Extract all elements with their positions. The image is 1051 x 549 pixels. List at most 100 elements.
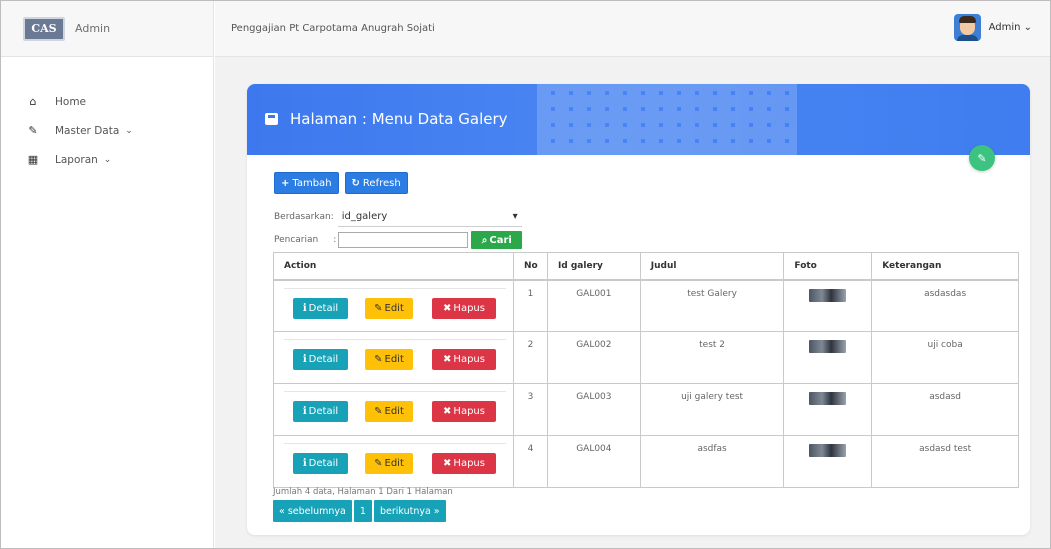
action-cell: i Detail ✎ Edit ✖ Hapus	[273, 331, 514, 384]
delete-button[interactable]: ✖ Hapus	[432, 401, 496, 422]
delete-button[interactable]: ✖ Hapus	[432, 453, 496, 474]
app-title: Penggajian Pt Carpotama Anugrah Sojati	[231, 23, 435, 34]
refresh-icon: ↻	[351, 177, 360, 189]
edit-button[interactable]: ✎ Edit	[365, 401, 413, 422]
photo-thumbnail[interactable]	[809, 288, 847, 302]
refresh-button[interactable]: ↻ Refresh	[344, 172, 408, 194]
edit-icon: ✎	[977, 151, 987, 165]
edit-fab-button[interactable]: ✎	[969, 145, 995, 171]
edit-button-label: Edit	[384, 458, 404, 469]
delete-button-label: Hapus	[453, 458, 485, 469]
photo-thumbnail[interactable]	[809, 340, 847, 353]
detail-button-label: Detail	[308, 302, 339, 314]
close-icon: ✖	[443, 302, 452, 314]
action-cell: i Detail ✎ Edit ✖ Hapus	[273, 279, 514, 332]
detail-button[interactable]: i Detail	[293, 349, 348, 370]
edit-button[interactable]: ✎ Edit	[365, 453, 413, 474]
column-header: Action	[273, 252, 514, 281]
table-header-row: Action No Id galery Judul Foto Keteranga…	[273, 252, 1019, 281]
sidebar-item-label: Home	[55, 95, 87, 108]
detail-button-label: Detail	[308, 458, 339, 469]
cell-keterangan: asdasdas	[871, 279, 1019, 332]
search-input[interactable]	[338, 232, 469, 248]
search-label: Pencarian	[274, 235, 319, 245]
delete-button[interactable]: ✖ Hapus	[432, 297, 496, 319]
sidebar-item-home[interactable]: ⌂ Home	[26, 87, 213, 116]
header-background-image	[537, 84, 797, 155]
cell-id: GAL004	[546, 435, 641, 488]
delete-button-label: Hapus	[453, 406, 485, 417]
edit-button-label: Edit	[384, 354, 404, 365]
prev-page-button[interactable]: « sebelumnya	[273, 500, 352, 522]
user-menu[interactable]: Admin ⌄	[953, 14, 1032, 41]
cell-judul: test 2	[639, 331, 785, 384]
cell-id: GAL003	[546, 383, 641, 436]
sidebar: CAS Admin ⌂ Home ✎ Master Data ⌄ ▦ Lapor…	[1, 1, 214, 548]
pagination-info: Jumlah 4 data, Halaman 1 Dari 1 Halaman	[273, 487, 453, 497]
delete-button-label: Hapus	[453, 354, 485, 365]
edit-button-label: Edit	[384, 302, 404, 314]
sidebar-item-label: Master Data	[55, 124, 120, 137]
column-header: Judul	[639, 252, 785, 281]
table-row: i Detail ✎ Edit ✖ Hapus 4 GAL004 asdfas …	[273, 435, 1019, 488]
table-row: i Detail ✎ Edit ✖ Hapus 1 GAL001 test Ga…	[273, 279, 1019, 332]
detail-button-label: Detail	[308, 354, 339, 365]
cell-keterangan: asdasd	[871, 383, 1019, 436]
detail-button[interactable]: i Detail	[293, 453, 348, 474]
cell-id: GAL001	[546, 279, 641, 332]
edit-icon: ✎	[374, 354, 383, 365]
sidebar-item-label: Laporan	[55, 153, 98, 166]
photo-thumbnail[interactable]	[809, 392, 847, 405]
cell-judul: test Galery	[639, 279, 785, 332]
sidebar-item-laporan[interactable]: ▦ Laporan ⌄	[26, 145, 213, 174]
chevron-down-icon: ⌄	[125, 125, 133, 136]
delete-button-label: Hapus	[453, 302, 485, 314]
chevron-down-icon: ⌄	[103, 154, 112, 165]
page-title-text: Halaman : Menu Data Galery	[290, 110, 508, 128]
refresh-button-label: Refresh	[362, 177, 401, 189]
search-icon: ⌕	[481, 234, 488, 246]
brand-name: Admin	[75, 22, 111, 35]
next-page-button[interactable]: berikutnya »	[373, 500, 446, 522]
info-icon: i	[302, 302, 307, 314]
page-title: Halaman : Menu Data Galery	[265, 110, 508, 128]
logo: CAS	[23, 16, 65, 41]
sidebar-nav: ⌂ Home ✎ Master Data ⌄ ▦ Laporan ⌄	[1, 57, 213, 174]
cell-no: 3	[512, 383, 548, 436]
search-button[interactable]: ⌕ Cari	[471, 231, 523, 249]
filter-select[interactable]: id_galery ▾	[337, 208, 522, 227]
edit-button[interactable]: ✎ Edit	[365, 297, 413, 319]
cell-keterangan: asdasd test	[871, 435, 1019, 488]
toolbar: + Tambah ↻ Refresh	[274, 172, 408, 194]
detail-button[interactable]: i Detail	[293, 297, 348, 319]
page-1-button[interactable]: 1	[353, 500, 372, 522]
info-icon: i	[302, 354, 307, 365]
avatar	[953, 14, 981, 41]
cell-foto	[783, 383, 873, 436]
info-icon: i	[302, 406, 307, 417]
column-header: Foto	[783, 252, 873, 281]
edit-button[interactable]: ✎ Edit	[365, 349, 413, 370]
cell-keterangan: uji coba	[871, 331, 1019, 384]
add-button[interactable]: + Tambah	[274, 172, 339, 194]
brand[interactable]: CAS Admin	[1, 1, 213, 57]
photo-thumbnail[interactable]	[809, 444, 847, 457]
cell-judul: uji galery test	[639, 383, 785, 436]
action-cell: i Detail ✎ Edit ✖ Hapus	[273, 435, 514, 488]
add-button-label: Tambah	[292, 177, 332, 189]
detail-button[interactable]: i Detail	[293, 401, 348, 422]
edit-icon: ✎	[28, 124, 38, 137]
cell-foto	[783, 331, 873, 384]
cell-no: 4	[512, 435, 548, 488]
table-row: i Detail ✎ Edit ✖ Hapus 3 GAL003 uji gal…	[273, 383, 1019, 436]
cell-foto	[783, 279, 873, 332]
delete-button[interactable]: ✖ Hapus	[432, 349, 496, 370]
cell-judul: asdfas	[639, 435, 785, 488]
filter-label: Berdasarkan:	[274, 212, 334, 222]
cell-foto	[783, 435, 873, 488]
info-icon: i	[302, 458, 307, 469]
id-card-icon	[265, 113, 278, 125]
detail-button-label: Detail	[308, 406, 339, 417]
close-icon: ✖	[443, 458, 452, 469]
sidebar-item-master-data[interactable]: ✎ Master Data ⌄	[26, 116, 213, 145]
